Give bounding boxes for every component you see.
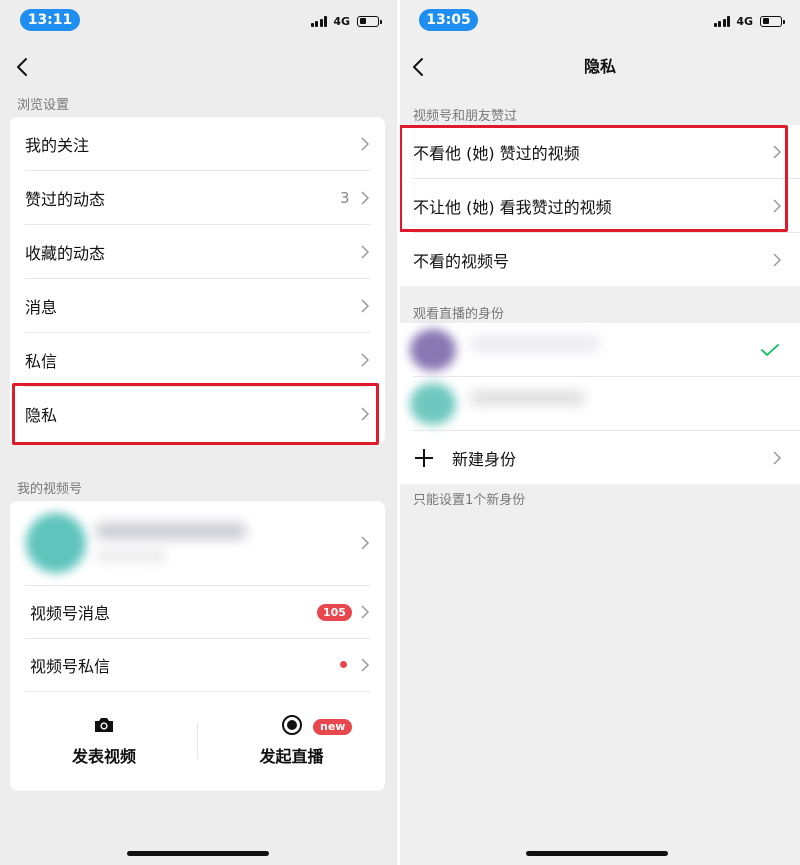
channel-name-blurred [96, 523, 246, 539]
status-time: 13:05 [419, 9, 478, 31]
identity-name-blurred [470, 391, 585, 405]
identity-footnote: 只能设置1个新身份 [413, 493, 526, 508]
battery-icon [357, 15, 382, 27]
avatar [410, 329, 456, 371]
chevron-right-icon [361, 299, 370, 313]
network-type: 4G [736, 14, 753, 28]
chevron-right-icon [361, 137, 370, 151]
chevron-right-icon [361, 245, 370, 259]
home-indicator[interactable] [127, 851, 269, 856]
channel-subtitle-blurred [96, 551, 166, 561]
list-item-messages[interactable]: 消息 [10, 279, 385, 333]
network-type: 4G [333, 14, 350, 28]
post-video-label: 发表视频 [71, 747, 136, 766]
list-item-blocked-channels[interactable]: 不看的视频号 [400, 233, 800, 286]
privacy-highlight-box [12, 383, 379, 445]
chevron-right-icon [361, 191, 370, 205]
list-item-label: 不看的视频号 [413, 251, 510, 271]
status-bar: 13:11 4G [0, 0, 397, 40]
identity-option-1[interactable] [400, 323, 800, 376]
new-badge: new [313, 719, 353, 735]
back-arrow-icon[interactable] [12, 56, 34, 78]
right-screen: 13:05 4G 隐私 视频号和朋友赞过 不看他 (她) 赞过的视频 不让他 (… [400, 0, 800, 865]
chevron-right-icon [773, 451, 782, 465]
page-title: 隐私 [583, 57, 616, 76]
post-video-button[interactable]: 发表视频 [10, 709, 198, 769]
status-indicators: 4G [713, 13, 785, 29]
avatar [410, 383, 456, 425]
camera-icon [95, 718, 113, 732]
list-item-label: 收藏的动态 [25, 244, 106, 263]
check-icon [761, 344, 779, 356]
section-my-channels: 我的视频号 [17, 482, 83, 497]
status-time: 13:11 [20, 9, 80, 31]
chevron-right-icon [361, 658, 370, 672]
start-live-button[interactable]: 发起直播 [198, 709, 385, 769]
my-channels-card: 视频号消息 105 视频号私信 发表视频 发起直播 new [10, 501, 385, 791]
start-live-label: 发起直播 [259, 747, 324, 766]
new-identity-button[interactable]: 新建身份 [400, 431, 800, 484]
unread-badge: 105 [317, 604, 352, 621]
signal-icon [713, 15, 731, 27]
live-record-icon [281, 715, 302, 735]
list-item-private-messages[interactable]: 私信 [10, 333, 385, 387]
divider [25, 691, 370, 692]
identity-card: 新建身份 [400, 323, 800, 484]
list-item-label: 赞过的动态 [25, 190, 106, 209]
list-item-label: 视频号消息 [30, 604, 111, 623]
list-item-label: 视频号私信 [30, 657, 111, 676]
identity-name-blurred [470, 337, 600, 351]
chevron-right-icon [361, 536, 370, 550]
unread-dot [340, 661, 347, 668]
list-item-favorites[interactable]: 收藏的动态 [10, 225, 385, 279]
chevron-right-icon [773, 253, 782, 267]
list-item-label: 我的关注 [25, 136, 90, 155]
status-bar: 13:05 4G [400, 0, 800, 40]
avatar [26, 513, 86, 573]
plus-icon [415, 449, 433, 467]
section-live-identity: 观看直播的身份 [413, 307, 505, 322]
list-item-label: 消息 [25, 298, 58, 317]
status-indicators: 4G [310, 13, 382, 29]
likes-highlight-box [400, 125, 788, 232]
list-item-liked[interactable]: 赞过的动态 [10, 171, 385, 225]
battery-icon [760, 15, 785, 27]
liked-count: 3 [340, 189, 350, 207]
home-indicator[interactable] [526, 851, 668, 856]
list-item-following[interactable]: 我的关注 [10, 117, 385, 171]
left-screen: 13:11 4G 浏览设置 我的关注 赞过的动态 3 收藏的动态 消息 私信 隐… [0, 0, 397, 865]
list-item-label: 私信 [25, 352, 58, 371]
new-identity-label: 新建身份 [452, 449, 517, 469]
chevron-right-icon [361, 605, 370, 619]
signal-icon [310, 15, 328, 27]
list-item-channel-private-messages[interactable]: 视频号私信 [10, 639, 385, 691]
identity-option-2[interactable] [400, 377, 800, 430]
chevron-right-icon [361, 353, 370, 367]
section-likes: 视频号和朋友赞过 [413, 109, 518, 124]
section-browse-settings: 浏览设置 [17, 98, 70, 113]
